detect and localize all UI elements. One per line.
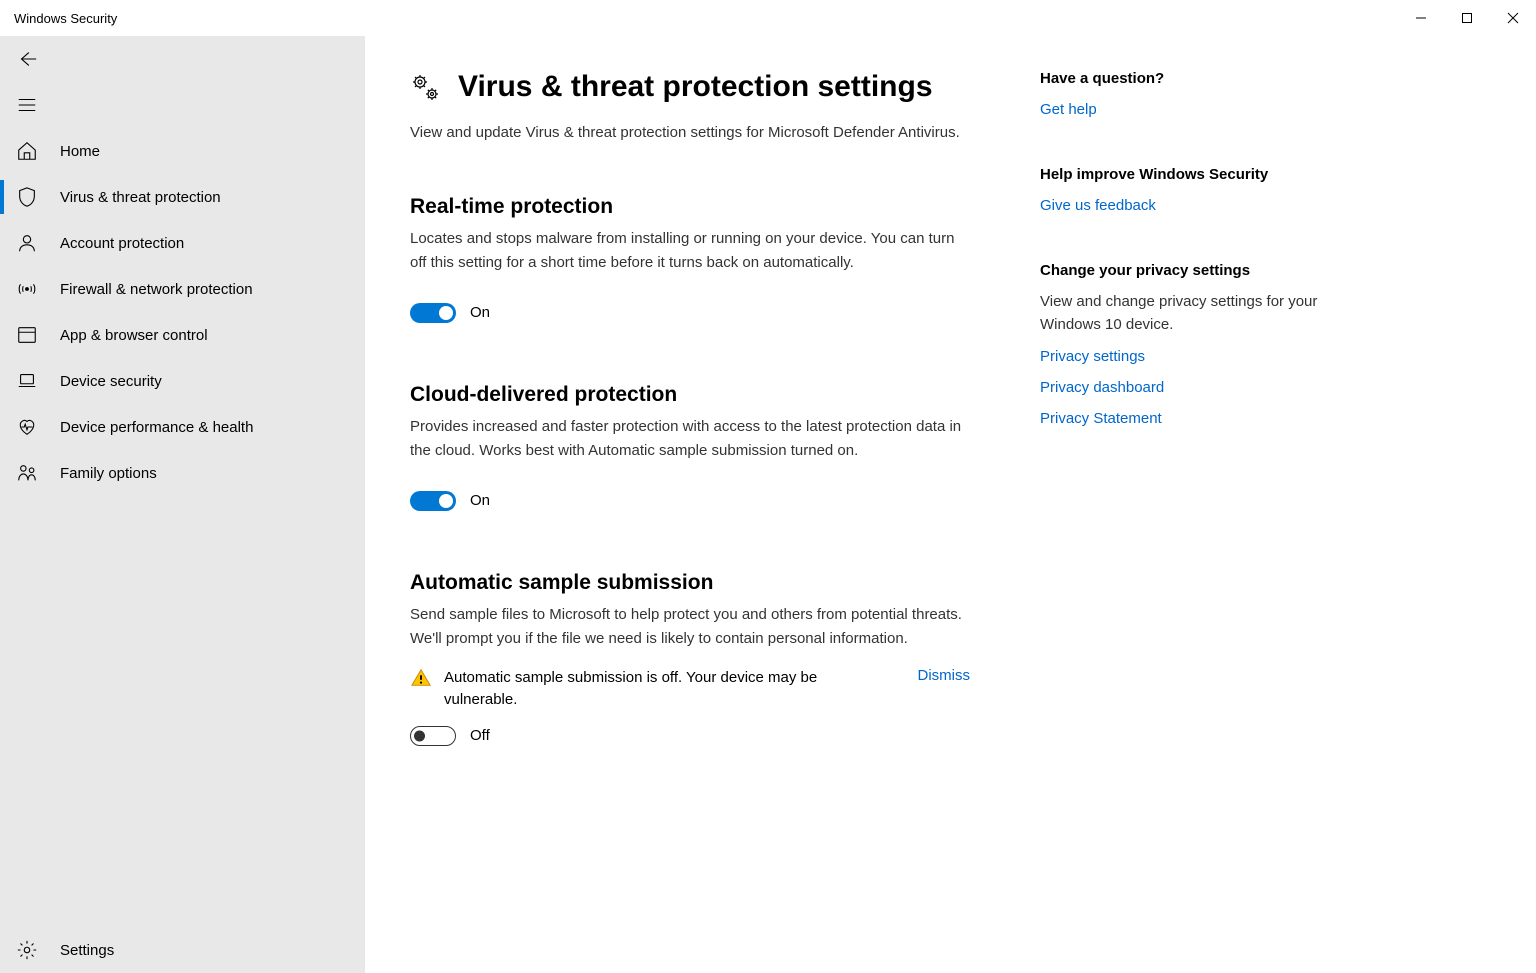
right-title: Change your privacy settings bbox=[1040, 262, 1320, 279]
sidebar-item-home[interactable]: Home bbox=[0, 128, 365, 174]
sidebar-item-label: Device security bbox=[60, 373, 162, 390]
privacy-statement-link[interactable]: Privacy Statement bbox=[1040, 408, 1320, 429]
section-description: Send sample files to Microsoft to help p… bbox=[410, 603, 970, 651]
hamburger-icon bbox=[16, 94, 38, 116]
maximize-button[interactable] bbox=[1444, 0, 1490, 36]
sidebar: Home Virus & threat protection Account p… bbox=[0, 36, 365, 973]
gear-icon bbox=[16, 939, 38, 961]
home-icon bbox=[16, 140, 38, 162]
sidebar-item-label: Account protection bbox=[60, 235, 184, 252]
sidebar-item-settings[interactable]: Settings bbox=[0, 927, 365, 973]
cloud-toggle[interactable] bbox=[410, 491, 456, 511]
sidebar-item-label: Family options bbox=[60, 465, 157, 482]
right-title: Help improve Windows Security bbox=[1040, 166, 1320, 183]
section-description: Locates and stops malware from installin… bbox=[410, 227, 970, 275]
sidebar-item-label: Home bbox=[60, 143, 100, 160]
sidebar-item-family[interactable]: Family options bbox=[0, 450, 365, 496]
right-section-privacy: Change your privacy settings View and ch… bbox=[1040, 262, 1320, 429]
antenna-icon bbox=[16, 278, 38, 300]
dismiss-link[interactable]: Dismiss bbox=[918, 667, 971, 684]
realtime-toggle[interactable] bbox=[410, 303, 456, 323]
privacy-dashboard-link[interactable]: Privacy dashboard bbox=[1040, 377, 1320, 398]
sidebar-item-virus-threat[interactable]: Virus & threat protection bbox=[0, 174, 365, 220]
hamburger-button[interactable] bbox=[0, 82, 365, 128]
sidebar-item-device-security[interactable]: Device security bbox=[0, 358, 365, 404]
warning-row: Automatic sample submission is off. Your… bbox=[410, 667, 970, 712]
get-help-link[interactable]: Get help bbox=[1040, 99, 1320, 120]
right-section-question: Have a question? Get help bbox=[1040, 70, 1320, 120]
gears-icon bbox=[410, 72, 440, 102]
laptop-icon bbox=[16, 370, 38, 392]
warning-triangle-icon bbox=[410, 667, 432, 689]
browser-icon bbox=[16, 324, 38, 346]
person-icon bbox=[16, 232, 38, 254]
section-realtime: Real-time protection Locates and stops m… bbox=[410, 195, 970, 323]
sample-toggle[interactable] bbox=[410, 726, 456, 746]
warning-text: Automatic sample submission is off. Your… bbox=[444, 667, 888, 712]
back-button[interactable] bbox=[0, 36, 365, 82]
sidebar-item-label: Device performance & health bbox=[60, 419, 253, 436]
heart-pulse-icon bbox=[16, 416, 38, 438]
sidebar-item-label: App & browser control bbox=[60, 327, 208, 344]
section-title: Real-time protection bbox=[410, 195, 970, 219]
titlebar: Windows Security bbox=[0, 0, 1536, 36]
family-icon bbox=[16, 462, 38, 484]
section-title: Automatic sample submission bbox=[410, 571, 970, 595]
content-area: Virus & threat protection settings View … bbox=[365, 36, 1536, 973]
section-sample-submission: Automatic sample submission Send sample … bbox=[410, 571, 970, 746]
toggle-state-label: On bbox=[470, 304, 490, 321]
sidebar-item-performance[interactable]: Device performance & health bbox=[0, 404, 365, 450]
section-cloud: Cloud-delivered protection Provides incr… bbox=[410, 383, 970, 511]
right-section-improve: Help improve Windows Security Give us fe… bbox=[1040, 166, 1320, 216]
toggle-state-label: On bbox=[470, 492, 490, 509]
sidebar-item-label: Firewall & network protection bbox=[60, 281, 253, 298]
window-title: Windows Security bbox=[0, 11, 117, 26]
sidebar-item-label: Virus & threat protection bbox=[60, 189, 221, 206]
section-description: Provides increased and faster protection… bbox=[410, 415, 970, 463]
page-title: Virus & threat protection settings bbox=[458, 70, 933, 104]
right-column: Have a question? Get help Help improve W… bbox=[1040, 70, 1320, 973]
privacy-settings-link[interactable]: Privacy settings bbox=[1040, 346, 1320, 367]
sidebar-item-label: Settings bbox=[60, 942, 114, 959]
right-description: View and change privacy settings for you… bbox=[1040, 291, 1320, 336]
page-header: Virus & threat protection settings bbox=[410, 70, 970, 104]
toggle-state-label: Off bbox=[470, 727, 490, 744]
right-title: Have a question? bbox=[1040, 70, 1320, 87]
shield-icon bbox=[16, 186, 38, 208]
section-title: Cloud-delivered protection bbox=[410, 383, 970, 407]
sidebar-item-account[interactable]: Account protection bbox=[0, 220, 365, 266]
back-arrow-icon bbox=[16, 48, 38, 70]
feedback-link[interactable]: Give us feedback bbox=[1040, 195, 1320, 216]
page-description: View and update Virus & threat protectio… bbox=[410, 122, 970, 145]
sidebar-item-firewall[interactable]: Firewall & network protection bbox=[0, 266, 365, 312]
close-button[interactable] bbox=[1490, 0, 1536, 36]
sidebar-item-app-browser[interactable]: App & browser control bbox=[0, 312, 365, 358]
minimize-button[interactable] bbox=[1398, 0, 1444, 36]
